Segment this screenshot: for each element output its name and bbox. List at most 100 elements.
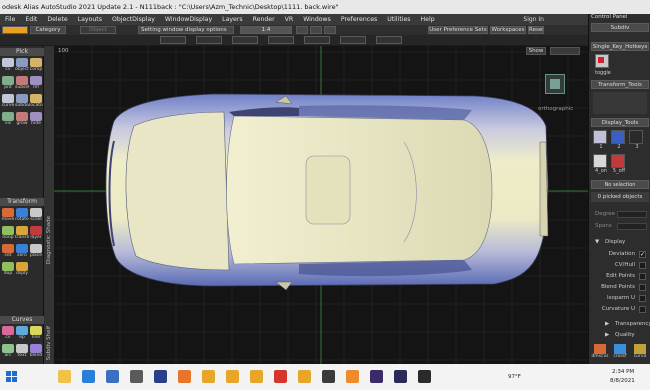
display-tool-3[interactable]: 3 (629, 130, 645, 152)
tool-ep[interactable]: ep (15, 326, 29, 343)
nuke-icon[interactable] (322, 370, 335, 383)
tool-move[interactable]: move (1, 208, 15, 225)
viewport-controls[interactable] (550, 47, 580, 55)
display-option-checkbox[interactable] (639, 295, 646, 302)
user-preference-sets-button[interactable]: User Preference Sets (428, 26, 488, 34)
tool-object[interactable]: object (15, 58, 29, 75)
tool-dsply[interactable]: dsply (15, 262, 29, 279)
alias-2-icon[interactable] (226, 370, 239, 383)
view-toggle-3[interactable] (232, 36, 258, 44)
view-toggle-7[interactable] (376, 36, 402, 44)
subdiv-mode-header[interactable]: Subdiv (591, 23, 649, 32)
display-tool-4_on[interactable]: 4_on (593, 154, 609, 176)
display-option-row[interactable]: Curvature U (591, 305, 649, 314)
display-option-row[interactable]: Edit Points (591, 272, 649, 281)
vred-icon[interactable] (298, 370, 311, 383)
menu-preferences[interactable]: Preferences (336, 16, 382, 23)
tool-layer[interactable]: layer (29, 226, 43, 243)
tool-cv[interactable]: cv (1, 58, 15, 75)
tool-grow[interactable]: grow (15, 112, 29, 129)
zoom-slider-icon[interactable] (296, 26, 308, 34)
tool-set[interactable]: set (1, 244, 15, 261)
tool-vis[interactable]: vis (1, 112, 15, 129)
view-cube-icon[interactable] (545, 74, 565, 94)
display-option-row[interactable]: Isoparm U (591, 294, 649, 303)
tool-mf[interactable]: mf (29, 76, 43, 93)
tool-locator[interactable]: locator (29, 94, 43, 111)
display-tool-1[interactable]: 1 (593, 130, 609, 152)
premiere-icon[interactable] (394, 370, 407, 383)
tool-dmscvs[interactable]: dmscvs (591, 344, 609, 362)
toggle-icon[interactable] (595, 54, 609, 68)
display-tools-header[interactable]: Display_Tools (591, 118, 649, 127)
transform-section-header[interactable]: Transform (0, 198, 44, 206)
view-toggle-4[interactable] (268, 36, 294, 44)
menu-layouts[interactable]: Layouts (73, 16, 107, 23)
tool-dup[interactable]: dup (1, 262, 15, 279)
tool-scale[interactable]: scale (29, 208, 43, 225)
transparency-toggle[interactable]: ▶ Transparency (591, 320, 650, 329)
view-toggle-6[interactable] (340, 36, 366, 44)
photoshop-icon[interactable] (154, 370, 167, 383)
illustrator-icon[interactable] (346, 370, 359, 383)
tool-curva[interactable]: curva (631, 344, 649, 362)
display-option-checkbox[interactable] (639, 306, 646, 313)
menu-utilities[interactable]: Utilities (382, 16, 415, 23)
alias-3-icon[interactable] (250, 370, 263, 383)
menu-windowdisplay[interactable]: WindowDisplay (160, 16, 217, 23)
mail-icon[interactable] (106, 370, 119, 383)
store-icon[interactable] (130, 370, 143, 383)
menu-vr[interactable]: VR (280, 16, 299, 23)
view-toggle-1[interactable] (160, 36, 186, 44)
car-model[interactable] (54, 46, 588, 364)
view-toggle-2[interactable] (196, 36, 222, 44)
show-button[interactable]: Show (526, 47, 546, 55)
menu-delete[interactable]: Delete (42, 16, 72, 23)
alias-1-icon[interactable] (202, 370, 215, 383)
tool-text[interactable]: text (15, 344, 29, 361)
display-tool-2[interactable]: 2 (611, 130, 627, 152)
menu-edit[interactable]: Edit (20, 16, 42, 23)
tool-nonp[interactable]: nonp (1, 226, 15, 243)
tool-crossf[interactable]: crossf (611, 344, 629, 362)
curves-section-header[interactable]: Curves (0, 316, 44, 324)
display-option-checkbox[interactable] (639, 262, 646, 269)
pick-section-header[interactable]: Pick (0, 48, 44, 56)
transform-tools-header[interactable]: Transform_Tools (591, 80, 649, 89)
degree-input[interactable] (617, 211, 647, 218)
display-section-toggle[interactable]: ▼ Display (591, 238, 649, 247)
menu-layers[interactable]: Layers (217, 16, 247, 23)
tool-curve[interactable]: curve (1, 94, 15, 111)
tool-place[interactable]: place (29, 244, 43, 261)
tool-pnt[interactable]: pnt (1, 76, 15, 93)
layer-lock-icon[interactable] (310, 26, 322, 34)
display-tool-5_off[interactable]: 5_off (611, 154, 627, 176)
tool-hide[interactable]: hide (29, 112, 43, 129)
spans-field[interactable]: Spans (591, 222, 649, 231)
display-option-row[interactable]: Blend Points (591, 283, 649, 292)
menu-help[interactable]: Help (416, 16, 440, 23)
tool-transfrm[interactable]: transfrm (15, 226, 29, 243)
display-option-row[interactable]: CV/Hull (591, 261, 649, 270)
aftereffects-icon[interactable] (370, 370, 383, 383)
tool-zero[interactable]: zero (15, 244, 29, 261)
menu-file[interactable]: File (0, 16, 20, 23)
display-option-row[interactable]: Deviation ✓ (591, 250, 649, 259)
view-toggle-5[interactable] (304, 36, 330, 44)
menu-windows[interactable]: Windows (298, 16, 336, 23)
display-option-checkbox[interactable]: ✓ (639, 251, 646, 258)
reset-button[interactable]: Reset (528, 26, 544, 34)
clock-time[interactable]: 2:34 PM (612, 369, 634, 375)
diagnostic-shade-tab[interactable]: Diagnostic Shade (46, 216, 52, 264)
tool-rotate[interactable]: rotate (15, 208, 29, 225)
subdiv-shelf-tab[interactable]: Subdiv Shelf (46, 326, 52, 360)
object-dropdown[interactable]: Object (80, 26, 116, 34)
tool-subset[interactable]: subset (15, 76, 29, 93)
category-dropdown[interactable]: Category (30, 26, 66, 34)
spans-input[interactable] (617, 223, 647, 230)
tool-line[interactable]: line (29, 326, 43, 343)
top-viewport[interactable]: 100 Show orthographic (54, 46, 588, 364)
blender-icon[interactable] (178, 370, 191, 383)
edge-icon[interactable] (82, 370, 95, 383)
file-explorer-icon[interactable] (58, 370, 71, 383)
